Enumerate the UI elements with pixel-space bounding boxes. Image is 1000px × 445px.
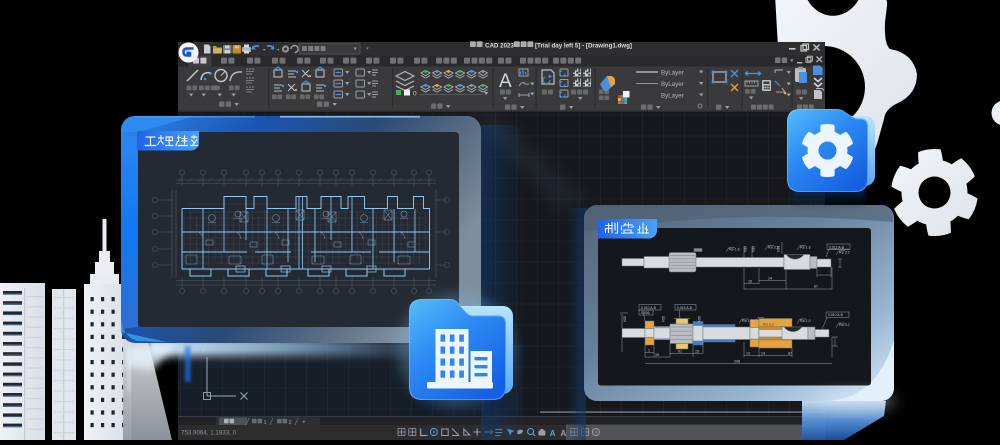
- svg-text:39: 39: [655, 353, 659, 357]
- svg-text:ByLayer: ByLayer: [661, 70, 684, 77]
- svg-text:A: A: [561, 429, 567, 438]
- svg-text:Ra 1.6: Ra 1.6: [729, 248, 740, 252]
- svg-text:M16: M16: [752, 246, 756, 252]
- svg-text:M16: M16: [744, 246, 748, 252]
- svg-text:M20: M20: [698, 316, 702, 322]
- svg-text:14: 14: [761, 352, 765, 356]
- svg-text:ByLayer: ByLayer: [661, 81, 684, 88]
- svg-text:753.9064, 1.1833, 0: 753.9064, 1.1833, 0: [181, 430, 237, 437]
- svg-text:13: 13: [746, 352, 750, 356]
- svg-text:0.006: 0.006: [641, 311, 650, 315]
- svg-text:14: 14: [768, 277, 772, 281]
- svg-text:M20: M20: [623, 316, 627, 322]
- svg-text:A: A: [550, 429, 556, 438]
- svg-text:0.010 A-B: 0.010 A-B: [828, 313, 844, 317]
- svg-text:0.010 A-B: 0.010 A-B: [641, 306, 657, 310]
- svg-text:15: 15: [695, 350, 699, 354]
- svg-text:M16: M16: [777, 246, 781, 252]
- svg-text:298: 298: [734, 360, 740, 364]
- svg-text:0.015 A-B: 0.015 A-B: [677, 306, 693, 310]
- svg-text:1: 1: [264, 420, 267, 426]
- svg-text:Ra 1.8: Ra 1.8: [800, 246, 811, 250]
- svg-text:ByLayer: ByLayer: [661, 93, 684, 100]
- svg-text:2: 2: [289, 420, 292, 426]
- svg-text:[Trial day left 5] - [Drawing1: [Trial day left 5] - [Drawing1.dwg]: [535, 42, 632, 49]
- svg-text:Ra 3.2: Ra 3.2: [763, 323, 774, 327]
- svg-text:M20: M20: [662, 316, 666, 322]
- svg-text:Ra 3.2: Ra 3.2: [839, 323, 850, 327]
- svg-text:87: 87: [814, 285, 818, 289]
- svg-text:87: 87: [788, 352, 792, 356]
- svg-text:0: 0: [413, 91, 417, 98]
- svg-text:Ra 1.6: Ra 1.6: [742, 319, 753, 323]
- svg-text:A: A: [499, 71, 512, 92]
- svg-text:91: 91: [678, 350, 682, 354]
- svg-text:Ra 1.0: Ra 1.0: [800, 319, 811, 323]
- svg-text:Ra 3.2: Ra 3.2: [839, 251, 850, 255]
- svg-text:0.012 A-B: 0.012 A-B: [829, 246, 845, 250]
- svg-text:1: 1: [648, 349, 650, 353]
- svg-text:+: +: [302, 419, 306, 426]
- svg-text:CAD 2023: CAD 2023: [485, 42, 514, 49]
- svg-text:15: 15: [748, 280, 752, 284]
